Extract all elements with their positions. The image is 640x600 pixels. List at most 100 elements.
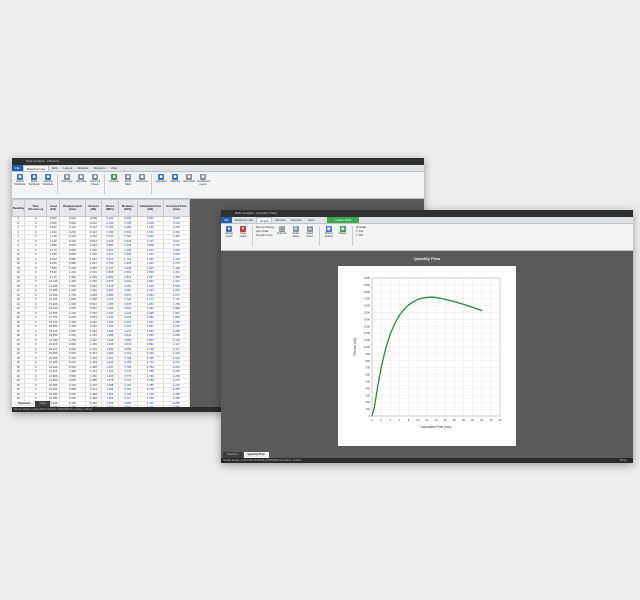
ribbon-button[interactable]: ■ Statistics — [169, 174, 181, 184]
y-tick-label: 1300 — [364, 324, 371, 328]
menu-item[interactable]: File — [221, 217, 232, 223]
x-tick-label: 16 — [444, 418, 448, 422]
divider — [151, 174, 152, 194]
column-header[interactable]: Stress (MPa) — [101, 199, 119, 217]
ribbon-button[interactable]: ■ Series Table — [122, 174, 134, 186]
ribbon-toolbar: ● Default Graph ✕ Clear Graph Manual Scali… — [221, 224, 633, 251]
data-point — [417, 298, 419, 301]
data-point — [371, 415, 373, 417]
menu-item[interactable]: Edit — [49, 165, 60, 171]
menu-item[interactable]: Data/Formula — [232, 217, 256, 223]
ribbon-toolbar: ■ Reload Workbook ■ Reset Workbook ■ Quantum … — [12, 172, 424, 199]
y-tick-label: 1100 — [364, 338, 370, 342]
line-chart: 0 2 4 6 8 10 12 14 16 18 20 22 24 26 28010020030040050… — [353, 276, 502, 429]
graph-window[interactable]: Ratio Analysis - [Quantity Flow] File Dat… — [221, 210, 633, 463]
y-axis-label: Tension (kN) — [353, 338, 357, 356]
ribbon-button[interactable]: ☰ Select Series — [304, 226, 316, 238]
scaler-value[interactable]: Y: 100 — [356, 234, 367, 238]
ribbon-button-label: Series Table — [124, 180, 132, 186]
data-point — [394, 322, 396, 325]
ribbon-button-label: Fast Copy — [61, 180, 73, 183]
menu-item[interactable]: File — [12, 165, 23, 171]
data-point — [389, 333, 391, 335]
data-point — [378, 379, 380, 381]
ribbon-button[interactable]: ■ Compute — [108, 174, 120, 184]
menu-item[interactable]: Data/Formula — [22, 165, 50, 171]
scaling-option[interactable]: Smooth Curve — [256, 234, 274, 238]
column-header[interactable]: Reading — [12, 199, 26, 217]
x-tick-label: 26 — [489, 418, 493, 422]
y-tick-label: 1700 — [364, 297, 371, 301]
column-header[interactable]: Calculated Flow (kN) — [136, 199, 164, 217]
data-point — [407, 304, 410, 306]
divider — [104, 174, 105, 194]
menu-item[interactable]: Reports — [288, 217, 305, 223]
column-header[interactable]: Modulus (GPa) — [117, 199, 138, 217]
data-point — [412, 301, 414, 303]
ribbon-button[interactable]: ■ Add Series — [136, 174, 148, 184]
menu-item[interactable]: Results — [272, 217, 288, 223]
ribbon-button[interactable]: ● Default Graph — [223, 226, 235, 238]
menu-bar: File Data/Formula Edit Layout Results Reports… — [12, 165, 424, 172]
data-point — [385, 347, 387, 350]
x-tick-label: 20 — [462, 418, 466, 422]
data-point — [426, 296, 428, 299]
menu-item[interactable]: View — [305, 217, 317, 223]
y-tick-label: 500 — [365, 380, 370, 384]
menu-item[interactable]: Results — [75, 165, 91, 171]
y-tick-label: 100 — [365, 407, 370, 411]
column-header[interactable]: Displacement (mm) — [59, 199, 86, 217]
ribbon-button[interactable]: ■ Select All Sheets — [89, 174, 101, 186]
menu-item[interactable]: View — [108, 165, 120, 171]
y-tick-label: 600 — [365, 373, 370, 377]
ribbon-button[interactable]: ■ Store Data — [183, 174, 195, 184]
column-header[interactable]: Load (kN) — [46, 199, 61, 217]
x-axis-label: Calculated Flow (mm) — [421, 425, 452, 429]
y-tick-label: 1000 — [364, 345, 371, 349]
y-tick-label: 1500 — [364, 311, 371, 315]
data-point — [444, 298, 446, 301]
divider — [57, 174, 58, 194]
status-text: Sensor: Ready Load:0.000 kN MODE: FORWAR… — [223, 459, 302, 462]
column-header[interactable]: Tension (kN) — [84, 199, 103, 217]
ribbon-button-label: Store Data — [183, 180, 195, 183]
x-tick-label: 2 — [380, 418, 382, 422]
x-tick-label: 28 — [498, 418, 502, 422]
x-tick-label: 14 — [434, 418, 438, 422]
x-tick-label: 18 — [453, 418, 457, 422]
ribbon-button[interactable]: ■ Quantities — [155, 174, 167, 184]
menu-item[interactable]: Reports — [91, 165, 108, 171]
y-tick-label: 1600 — [364, 304, 371, 308]
y-tick-label: 2000 — [364, 276, 371, 280]
data-point — [471, 306, 474, 309]
data-point — [458, 302, 460, 304]
data-point — [481, 309, 483, 312]
data-point — [373, 407, 375, 409]
ribbon-button[interactable]: ✕ Clear Graph — [237, 226, 249, 238]
plot-card: 0 2 4 6 8 10 12 14 16 18 20 22 24 26 28 0 100 200 300 400 50… — [338, 266, 516, 446]
ribbon-button[interactable]: ▢ Zoom Fit — [276, 226, 288, 236]
ribbon-button-label: Add Series — [136, 180, 148, 183]
column-header[interactable]: Corrected Flow (mm) — [162, 199, 191, 217]
ribbon-button[interactable]: ■ Load/Return Layout — [197, 174, 210, 186]
ribbon-button[interactable]: ■ Reset Workbook — [28, 174, 40, 186]
ribbon-button[interactable]: ◆ Palette — [337, 226, 349, 236]
y-tick-label: 400 — [365, 386, 370, 390]
y-tick-label: 700 — [365, 366, 370, 370]
data-point — [375, 392, 378, 394]
y-tick-label: 900 — [365, 352, 370, 356]
ribbon-button[interactable]: ■ New Data — [75, 174, 87, 184]
ribbon-button[interactable]: ■ Fast Copy — [61, 174, 73, 184]
ribbon-button[interactable]: ◉ Display Options — [323, 226, 335, 238]
ribbon-button[interactable]: ■ Quantum Workbook — [42, 174, 54, 186]
status-bar: Sensor: Ready Load:0.000 kN MODE: FORWAR… — [221, 458, 633, 463]
menu-item[interactable]: Layout — [60, 165, 75, 171]
divider — [351, 226, 353, 246]
ribbon-button[interactable]: ■ Reload Workbook — [14, 174, 26, 186]
menu-item-graph-tools[interactable]: Graph Tools — [327, 217, 360, 223]
menu-item[interactable]: Graph — [256, 217, 273, 223]
data-point — [467, 305, 469, 307]
column-header[interactable]: Time (hh:mm:ss) — [24, 199, 48, 217]
window-title: Ratio Analysis - [Quantity Flow] — [221, 210, 633, 217]
ribbon-button[interactable]: ⚙ Graph Setup — [290, 226, 302, 238]
